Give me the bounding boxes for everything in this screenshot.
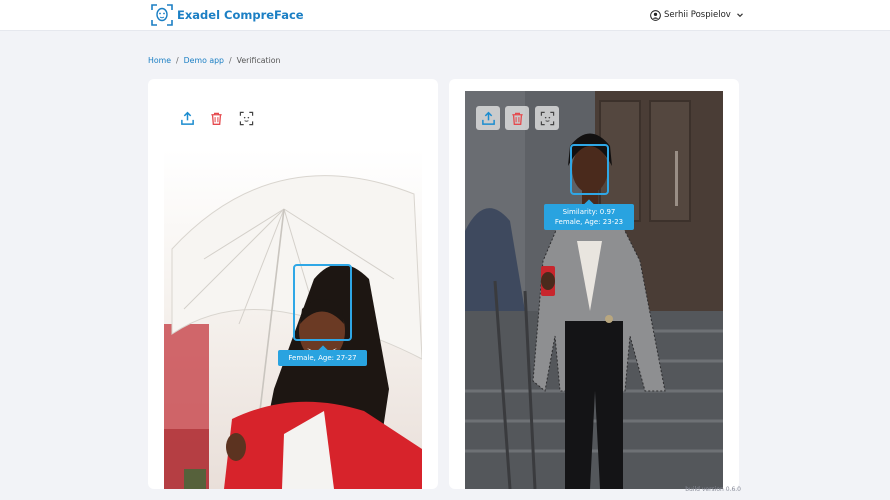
build-version: build version 0.6.0 (685, 486, 741, 493)
breadcrumb-current: Verification (236, 56, 281, 65)
breadcrumb-separator: / (229, 56, 232, 65)
breadcrumb-separator: / (176, 56, 179, 65)
face-attributes: Female, Age: 23-23 (554, 218, 624, 227)
delete-button[interactable] (204, 106, 228, 130)
app-logo[interactable]: Exadel CompreFace (151, 4, 304, 26)
breadcrumb: Home / Demo app / Verification (148, 56, 280, 65)
face-scan-button[interactable] (234, 106, 258, 130)
brand-name: Exadel CompreFace (177, 8, 304, 22)
face-detection-box[interactable] (293, 264, 352, 341)
user-menu[interactable]: Serhii Pospielov (650, 8, 744, 22)
target-image-panel: Similarity: 0.97 Female, Age: 23-23 (449, 79, 739, 489)
breadcrumb-home[interactable]: Home (148, 56, 171, 65)
chevron-down-icon (736, 13, 743, 18)
face-label: Female, Age: 27-27 (278, 345, 367, 367)
face-label: Similarity: 0.97 Female, Age: 23-23 (544, 199, 634, 231)
face-attributes: Female, Age: 27-27 (288, 354, 357, 362)
user-name: Serhii Pospielov (664, 10, 731, 20)
upload-button[interactable] (175, 106, 199, 130)
face-detection-box[interactable] (570, 144, 609, 195)
similarity-score: Similarity: 0.97 (562, 208, 616, 216)
upload-button[interactable] (476, 106, 500, 130)
face-scan-button[interactable] (535, 106, 559, 130)
upload-icon (180, 111, 194, 125)
face-logo-icon (151, 4, 173, 26)
face-scan-icon (540, 111, 554, 125)
delete-button[interactable] (505, 106, 529, 130)
source-image-panel: Female, Age: 27-27 (148, 79, 438, 489)
face-scan-icon (239, 111, 253, 125)
trash-icon (511, 112, 523, 125)
breadcrumb-demo-app[interactable]: Demo app (184, 56, 224, 65)
app-header: Exadel CompreFace Serhii Pospielov (0, 0, 890, 31)
trash-icon (210, 112, 222, 125)
user-avatar-icon (650, 9, 661, 21)
upload-icon (481, 111, 495, 125)
